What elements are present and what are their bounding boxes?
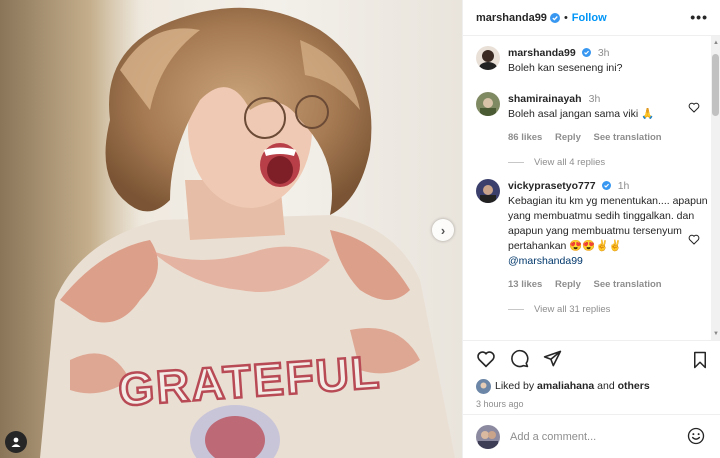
save-button[interactable] bbox=[692, 351, 708, 372]
share-button[interactable] bbox=[543, 349, 562, 368]
comment-time[interactable]: 1h bbox=[618, 180, 630, 192]
post-actions-bar bbox=[463, 340, 720, 376]
reply-button[interactable]: Reply bbox=[555, 132, 581, 143]
comment-username[interactable]: shamirainayah bbox=[508, 93, 582, 105]
scroll-down-icon[interactable]: ▼ bbox=[713, 331, 719, 337]
verified-badge-icon bbox=[549, 12, 560, 23]
comment-item: vickyprasetyo777 1h Kebagian itu km yg m… bbox=[476, 179, 720, 292]
avatar[interactable] bbox=[476, 378, 491, 394]
caption-time[interactable]: 3h bbox=[598, 47, 610, 59]
comments-list[interactable]: ▲ ▼ marshanda99 3h Boleh kan seseneng in… bbox=[463, 36, 720, 340]
comment-text: Kebagian itu km yg menentukan.... apapun… bbox=[508, 195, 708, 252]
comment-time[interactable]: 3h bbox=[589, 93, 601, 105]
paper-plane-icon bbox=[543, 350, 562, 367]
comment-button[interactable] bbox=[510, 349, 529, 368]
divider-line bbox=[508, 309, 524, 310]
verified-badge-icon bbox=[581, 48, 591, 57]
post-photo[interactable]: GRATEFUL › bbox=[0, 0, 462, 458]
view-replies-label: View all 31 replies bbox=[534, 304, 611, 315]
heart-icon[interactable] bbox=[688, 102, 700, 113]
caption: marshanda99 3h Boleh kan seseneng ini? bbox=[476, 46, 720, 86]
view-replies-button[interactable]: View all 31 replies bbox=[508, 304, 720, 315]
verified-badge-icon bbox=[601, 181, 611, 190]
view-replies-label: View all 4 replies bbox=[534, 157, 606, 168]
avatar[interactable] bbox=[476, 179, 500, 203]
comment-mention-link[interactable]: @marshanda99 bbox=[508, 254, 708, 269]
smiley-icon[interactable] bbox=[687, 427, 705, 445]
see-translation-button[interactable]: See translation bbox=[594, 279, 662, 290]
separator-dot: • bbox=[563, 11, 568, 24]
liked-by-and: and bbox=[597, 380, 615, 392]
caption-username[interactable]: marshanda99 bbox=[508, 47, 576, 59]
photo-illustration: GRATEFUL bbox=[0, 0, 455, 458]
comment-likes[interactable]: 13 likes bbox=[508, 279, 542, 290]
avatar[interactable] bbox=[476, 92, 500, 116]
comment-text: Boleh asal jangan sama viki 🙏 bbox=[508, 108, 655, 120]
post-timestamp[interactable]: 3 hours ago bbox=[463, 396, 720, 414]
liked-by-prefix: Liked by bbox=[495, 380, 535, 392]
caption-text: Boleh kan seseneng ini? bbox=[508, 62, 623, 74]
post-side-panel: marshanda99 • Follow ••• ▲ ▼ marshanda99… bbox=[462, 0, 720, 458]
comment-item: shamirainayah 3h Boleh asal jangan sama … bbox=[476, 92, 720, 145]
avatar bbox=[476, 424, 500, 449]
post-header: marshanda99 • Follow ••• bbox=[463, 0, 720, 36]
tagged-people-button[interactable] bbox=[5, 431, 27, 453]
avatar[interactable] bbox=[476, 46, 500, 70]
divider-line bbox=[508, 162, 524, 163]
bookmark-icon bbox=[694, 351, 706, 369]
like-button[interactable] bbox=[476, 350, 496, 368]
see-translation-button[interactable]: See translation bbox=[594, 132, 662, 143]
heart-icon[interactable] bbox=[688, 234, 700, 245]
add-comment-bar bbox=[463, 414, 720, 458]
reply-button[interactable]: Reply bbox=[555, 279, 581, 290]
comment-meta: 13 likes Reply See translation bbox=[508, 277, 708, 292]
comment-icon bbox=[511, 349, 529, 368]
comment-meta: 86 likes Reply See translation bbox=[508, 130, 708, 145]
liked-by-others[interactable]: others bbox=[618, 380, 650, 392]
follow-button[interactable]: Follow bbox=[572, 12, 607, 24]
view-replies-button[interactable]: View all 4 replies bbox=[508, 157, 720, 168]
comment-likes[interactable]: 86 likes bbox=[508, 132, 542, 143]
next-photo-button[interactable]: › bbox=[432, 219, 454, 241]
header-username[interactable]: marshanda99 bbox=[476, 12, 547, 24]
more-options-icon[interactable]: ••• bbox=[690, 9, 708, 25]
add-comment-input[interactable] bbox=[510, 430, 670, 443]
person-tag-icon bbox=[11, 437, 21, 447]
chevron-right-icon: › bbox=[440, 222, 446, 238]
heart-icon bbox=[477, 350, 495, 368]
liked-by-name[interactable]: amaliahana bbox=[537, 380, 594, 392]
comment-username[interactable]: vickyprasetyo777 bbox=[508, 180, 596, 192]
liked-by-line: Liked by amaliahana and others bbox=[463, 376, 720, 396]
instagram-post: GRATEFUL › marshanda99 • Follow ••• ▲ ▼ … bbox=[0, 0, 720, 458]
